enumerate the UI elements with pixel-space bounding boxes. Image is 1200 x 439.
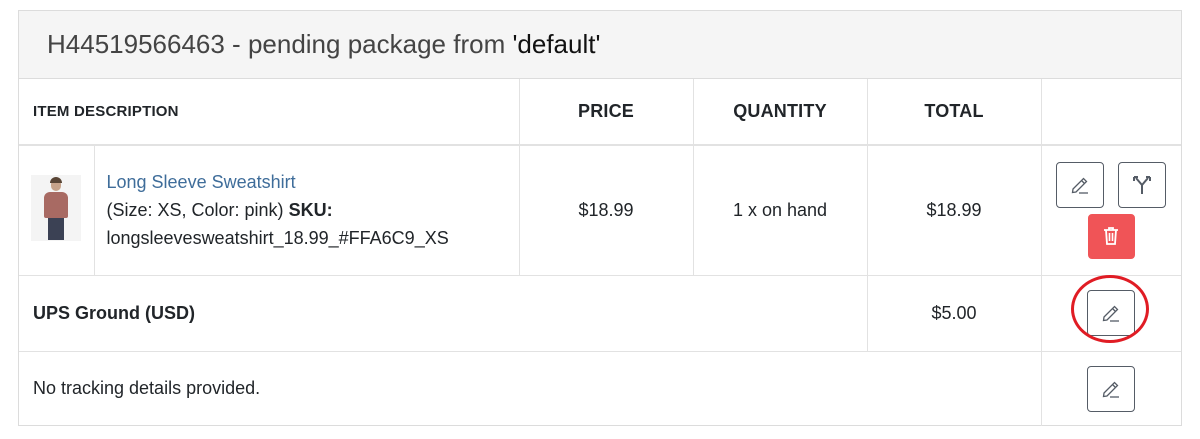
- item-sku: longsleevesweatshirt_18.99_#FFA6C9_XS: [106, 228, 449, 249]
- pencil-icon: [1071, 177, 1089, 194]
- tracking-details: No tracking details provided.: [19, 350, 1042, 426]
- delete-item-button[interactable]: [1087, 213, 1135, 259]
- split-arrows-icon: [1133, 175, 1152, 194]
- package-panel: H44519566463 - pending package from 'def…: [18, 10, 1182, 426]
- shipping-actions: [1040, 274, 1181, 352]
- header-quantity: QUANTITY: [692, 79, 868, 146]
- shipping-method: UPS Ground (USD): [19, 274, 868, 352]
- shipping-total: $5.00: [866, 274, 1042, 352]
- table-header-row: ITEM DESCRIPTION PRICE QUANTITY TOTAL: [19, 79, 1181, 146]
- item-name-link[interactable]: Long Sleeve Sweatshirt: [107, 172, 296, 192]
- package-items-table: ITEM DESCRIPTION PRICE QUANTITY TOTAL Lo…: [19, 79, 1181, 426]
- package-heading: H44519566463 - pending package from 'def…: [19, 11, 1181, 79]
- item-actions: [1040, 144, 1181, 276]
- item-attributes: (Size: XS, Color: pink): [106, 200, 289, 221]
- thumb-hair: [50, 176, 63, 183]
- item-thumbnail[interactable]: [31, 174, 82, 241]
- item-description: Long Sleeve Sweatshirt (Size: XS, Color:…: [93, 144, 520, 276]
- thumb-legs: [48, 217, 65, 240]
- pencil-icon: [1102, 305, 1120, 322]
- package-title: H44519566463 - pending package from 'def…: [47, 29, 600, 60]
- tracking-row: No tracking details provided.: [19, 350, 1181, 426]
- edit-shipping-button[interactable]: [1087, 290, 1136, 336]
- header-total: TOTAL: [866, 79, 1042, 146]
- item-quantity: 1 x on hand: [692, 144, 868, 276]
- item-thumbnail-cell: [19, 144, 95, 276]
- tracking-actions: [1040, 350, 1181, 426]
- table-row: Long Sleeve Sweatshirt (Size: XS, Color:…: [19, 144, 1181, 276]
- package-title-prefix: H44519566463 - pending package from: [47, 29, 513, 59]
- split-item-button[interactable]: [1118, 161, 1167, 208]
- shipping-row: UPS Ground (USD) $5.00: [19, 274, 1181, 352]
- edit-item-button[interactable]: [1056, 161, 1105, 208]
- trash-icon: [1104, 227, 1119, 246]
- edit-tracking-button[interactable]: [1087, 365, 1136, 412]
- store-name: 'default': [512, 29, 601, 59]
- header-price: PRICE: [518, 79, 694, 146]
- header-actions: [1040, 79, 1181, 146]
- item-total: $18.99: [866, 144, 1042, 276]
- sku-label: SKU:: [288, 200, 333, 221]
- thumb-body: [44, 191, 69, 218]
- header-item-description: ITEM DESCRIPTION: [19, 79, 520, 146]
- pencil-icon: [1102, 381, 1120, 398]
- item-price: $18.99: [518, 144, 694, 276]
